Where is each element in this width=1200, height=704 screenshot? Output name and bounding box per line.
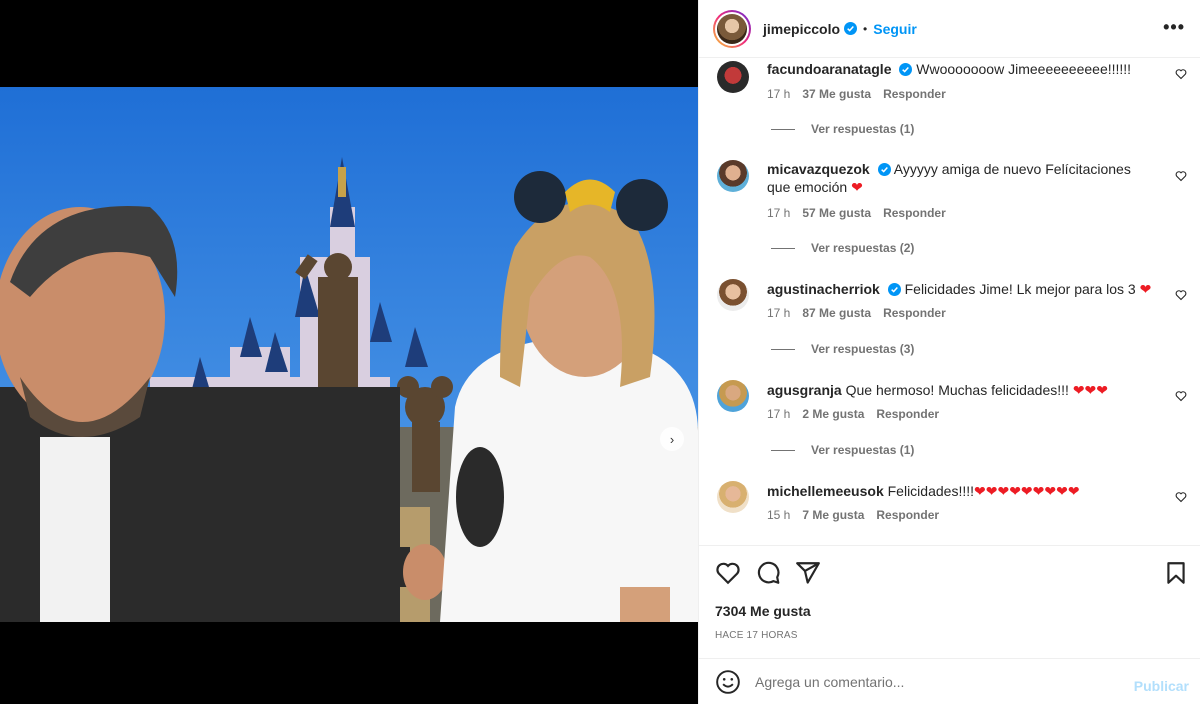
post-actions: 7304 Me gusta HACE 17 HORAS xyxy=(699,545,1200,658)
heart-outline-icon[interactable] xyxy=(1175,390,1187,402)
more-options-icon[interactable]: ••• xyxy=(1163,17,1185,38)
heart-emoji: ❤ xyxy=(851,179,863,195)
chevron-right-icon: › xyxy=(669,431,675,447)
verified-badge-icon xyxy=(844,22,858,35)
post-sidebar: jimepiccolo • Seguir ••• facundoaranatag… xyxy=(698,0,1200,704)
post-header: jimepiccolo • Seguir ••• xyxy=(699,0,1200,58)
verified-badge-icon xyxy=(887,283,901,296)
post-timestamp: HACE 17 HORAS xyxy=(715,630,798,641)
comment-time[interactable]: 17 h xyxy=(767,87,790,101)
heart-outline-icon[interactable] xyxy=(1175,491,1187,503)
comments-list[interactable]: facundoaranatagle Wwooooooow Jimeeeeeeee… xyxy=(699,58,1200,545)
post-photo[interactable]: › xyxy=(0,87,698,622)
comment-likes[interactable]: 2 Me gusta xyxy=(802,407,864,421)
reply-button[interactable]: Responder xyxy=(876,407,939,421)
share-icon[interactable] xyxy=(795,560,821,586)
commenter-username[interactable]: agustinacherriok xyxy=(767,281,880,297)
follow-button[interactable]: Seguir xyxy=(873,21,917,37)
commenter-avatar[interactable] xyxy=(717,61,749,93)
likes-count[interactable]: 7304 Me gusta xyxy=(715,603,811,619)
post-modal: › jimepiccolo • Seguir ••• facundoaranat… xyxy=(0,0,1200,704)
comment-text: Felicidades Jime! Lk mejor para los 3 xyxy=(904,281,1136,297)
view-replies-button[interactable]: Ver respuestas (1) xyxy=(771,443,914,457)
header-separator: • xyxy=(863,21,868,36)
commenter-username[interactable]: agusgranja xyxy=(767,382,842,398)
comment-text: Felicidades!!!! xyxy=(887,483,974,499)
comment-time[interactable]: 17 h xyxy=(767,206,790,220)
comment-icon[interactable] xyxy=(755,560,781,586)
comment-text: Wwooooooow Jimeeeeeeeeee!!!!!! xyxy=(916,61,1132,77)
reply-button[interactable]: Responder xyxy=(883,87,946,101)
comment-time[interactable]: 17 h xyxy=(767,407,790,421)
view-replies-button[interactable]: Ver respuestas (2) xyxy=(771,241,914,255)
heart-emoji: ❤❤❤ xyxy=(1072,382,1109,398)
comment-time[interactable]: 15 h xyxy=(767,508,790,522)
save-icon[interactable] xyxy=(1163,560,1189,586)
heart-outline-icon[interactable] xyxy=(1175,68,1187,80)
comment-composer: Publicar xyxy=(699,658,1200,704)
reply-button[interactable]: Responder xyxy=(883,206,946,220)
heart-emoji: ❤❤❤❤❤❤❤❤❤ xyxy=(974,483,1080,499)
publish-button[interactable]: Publicar xyxy=(1134,678,1189,694)
commenter-username[interactable]: michellemeeusok xyxy=(767,483,884,499)
comment-text: Que hermoso! Muchas felicidades!!! xyxy=(845,382,1069,398)
comment-likes[interactable]: 37 Me gusta xyxy=(802,87,871,101)
comment-likes[interactable]: 87 Me gusta xyxy=(802,306,871,320)
emoji-icon[interactable] xyxy=(715,669,741,695)
commenter-username[interactable]: facundoaranatagle xyxy=(767,61,891,77)
reply-button[interactable]: Responder xyxy=(876,508,939,522)
next-slide-button[interactable]: › xyxy=(660,427,684,451)
comment-time[interactable]: 17 h xyxy=(767,306,790,320)
comment-input[interactable] xyxy=(755,673,1115,690)
commenter-avatar[interactable] xyxy=(717,481,749,513)
verified-badge-icon xyxy=(877,163,891,176)
heart-emoji: ❤ xyxy=(1139,281,1152,297)
author-avatar[interactable] xyxy=(713,9,751,48)
comment-likes[interactable]: 57 Me gusta xyxy=(802,206,871,220)
like-heart-icon[interactable] xyxy=(715,560,741,586)
verified-badge-icon xyxy=(899,63,913,76)
view-replies-button[interactable]: Ver respuestas (1) xyxy=(771,122,914,136)
heart-outline-icon[interactable] xyxy=(1175,289,1187,301)
commenter-avatar[interactable] xyxy=(717,380,749,412)
commenter-avatar[interactable] xyxy=(717,279,749,311)
author-username[interactable]: jimepiccolo xyxy=(763,21,840,37)
commenter-avatar[interactable] xyxy=(717,160,749,192)
post-media: › xyxy=(0,0,698,704)
commenter-username[interactable]: micavazquezok xyxy=(767,161,870,177)
reply-button[interactable]: Responder xyxy=(883,306,946,320)
heart-outline-icon[interactable] xyxy=(1175,170,1187,182)
view-replies-button[interactable]: Ver respuestas (3) xyxy=(771,342,914,356)
comment-likes[interactable]: 7 Me gusta xyxy=(802,508,864,522)
